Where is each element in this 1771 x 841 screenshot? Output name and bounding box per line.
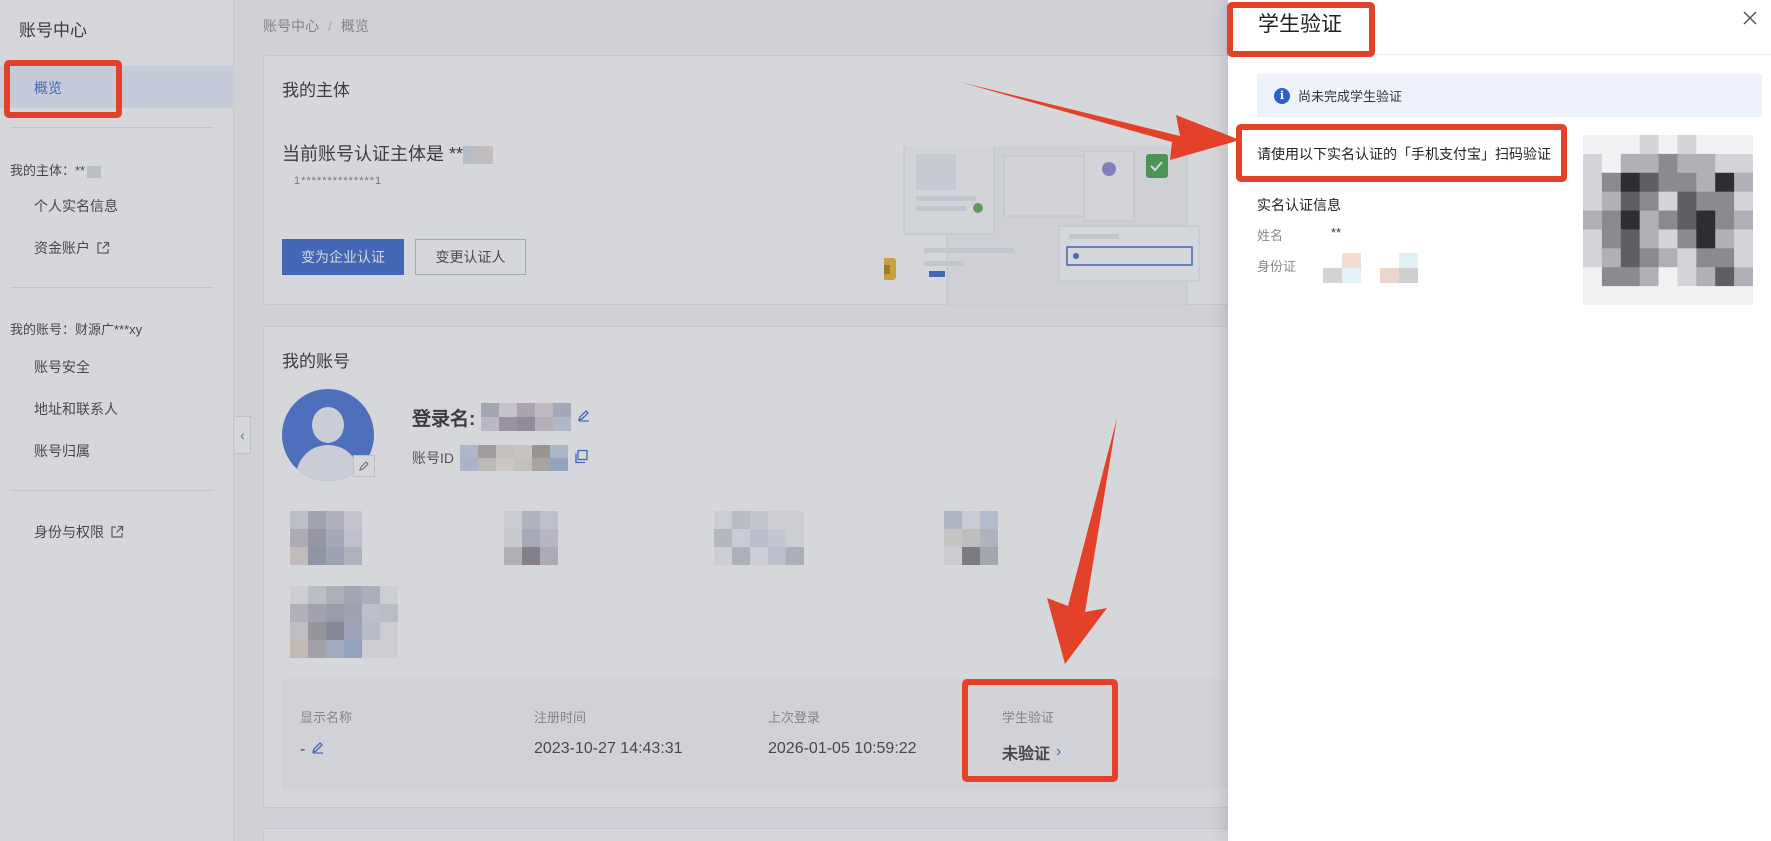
qr-module <box>1601 191 1622 212</box>
name-row: 姓名 ** <box>1257 225 1341 244</box>
blurred-id-number <box>1323 253 1418 283</box>
qr-module <box>1715 229 1735 249</box>
qr-module <box>1658 210 1678 230</box>
qr-module <box>1696 229 1716 249</box>
qr-module <box>1696 286 1716 305</box>
qr-module <box>1639 286 1660 305</box>
qr-module <box>1601 286 1622 305</box>
qr-module <box>1601 248 1622 268</box>
qr-module <box>1696 267 1716 287</box>
qr-module <box>1734 267 1753 287</box>
highlight-overview <box>4 60 122 118</box>
realname-section-title: 实名认证信息 <box>1257 197 1341 213</box>
qr-module <box>1734 229 1753 249</box>
qr-module <box>1620 172 1641 193</box>
qr-module <box>1677 229 1697 249</box>
qr-module <box>1620 248 1641 268</box>
qr-module <box>1734 210 1753 230</box>
qr-module <box>1715 210 1735 230</box>
highlight-instruction <box>1236 124 1567 182</box>
qr-module <box>1715 135 1735 155</box>
alert-text: 尚未完成学生验证 <box>1298 89 1403 104</box>
qr-code <box>1583 135 1753 305</box>
name-label: 姓名 <box>1257 228 1284 243</box>
qr-module <box>1601 267 1622 287</box>
qr-module <box>1639 267 1660 287</box>
qr-module <box>1658 191 1678 212</box>
qr-module <box>1620 286 1641 305</box>
qr-module <box>1677 248 1697 268</box>
qr-module <box>1715 172 1735 193</box>
qr-module <box>1583 135 1603 155</box>
qr-module <box>1677 135 1697 155</box>
name-value: ** <box>1331 225 1342 240</box>
qr-module <box>1658 286 1678 305</box>
qr-module <box>1583 210 1603 230</box>
qr-module <box>1658 135 1678 155</box>
qr-module <box>1601 172 1622 193</box>
qr-module <box>1620 210 1641 230</box>
qr-module <box>1601 210 1622 230</box>
qr-module <box>1696 248 1716 268</box>
qr-module <box>1620 135 1641 155</box>
qr-module <box>1696 153 1716 174</box>
qr-module <box>1715 153 1735 174</box>
qr-module <box>1677 153 1697 174</box>
qr-module <box>1583 153 1603 174</box>
qr-module <box>1601 153 1622 174</box>
qr-module <box>1696 191 1716 212</box>
qr-module <box>1583 229 1603 249</box>
qr-module <box>1734 135 1753 155</box>
qr-module <box>1677 210 1697 230</box>
qr-module <box>1583 191 1603 212</box>
qr-module <box>1639 135 1660 155</box>
qr-module <box>1620 267 1641 287</box>
info-icon: i <box>1274 87 1290 104</box>
qr-module <box>1658 172 1678 193</box>
qr-module <box>1639 172 1660 193</box>
id-card-label: 身份证 <box>1257 259 1297 274</box>
qr-module <box>1677 267 1697 287</box>
qr-module <box>1639 153 1660 174</box>
qr-module <box>1734 248 1753 268</box>
account-center-app: 账号中心 概览 我的主体：** 个人实名信息 资金账户 我的账号：财源广***x… <box>0 0 1771 841</box>
qr-module <box>1715 267 1735 287</box>
qr-module <box>1658 248 1678 268</box>
qr-module <box>1696 172 1716 193</box>
qr-module <box>1583 172 1603 193</box>
qr-module <box>1620 229 1641 249</box>
qr-module <box>1601 135 1622 155</box>
qr-module <box>1639 248 1660 268</box>
qr-module <box>1620 191 1641 212</box>
qr-module <box>1734 172 1753 193</box>
qr-module <box>1696 210 1716 230</box>
qr-module <box>1715 286 1735 305</box>
qr-module <box>1639 210 1660 230</box>
close-icon[interactable] <box>1743 8 1757 31</box>
highlight-drawer-title <box>1227 2 1375 57</box>
qr-module <box>1620 153 1641 174</box>
qr-module <box>1583 286 1603 305</box>
qr-module <box>1677 286 1697 305</box>
qr-module <box>1583 248 1603 268</box>
qr-module <box>1658 267 1678 287</box>
qr-module <box>1677 191 1697 212</box>
id-card-row: 身份证 <box>1257 253 1418 283</box>
qr-module <box>1715 248 1735 268</box>
qr-module <box>1658 153 1678 174</box>
highlight-student-verification <box>962 679 1118 782</box>
verification-alert: i 尚未完成学生验证 <box>1257 74 1762 117</box>
qr-module <box>1715 191 1735 212</box>
qr-module <box>1639 191 1660 212</box>
qr-module <box>1601 229 1622 249</box>
qr-module <box>1734 286 1753 305</box>
qr-module <box>1734 153 1753 174</box>
qr-module <box>1583 267 1603 287</box>
qr-module <box>1658 229 1678 249</box>
qr-module <box>1639 229 1660 249</box>
qr-module <box>1677 172 1697 193</box>
qr-module <box>1734 191 1753 212</box>
qr-module <box>1696 135 1716 155</box>
